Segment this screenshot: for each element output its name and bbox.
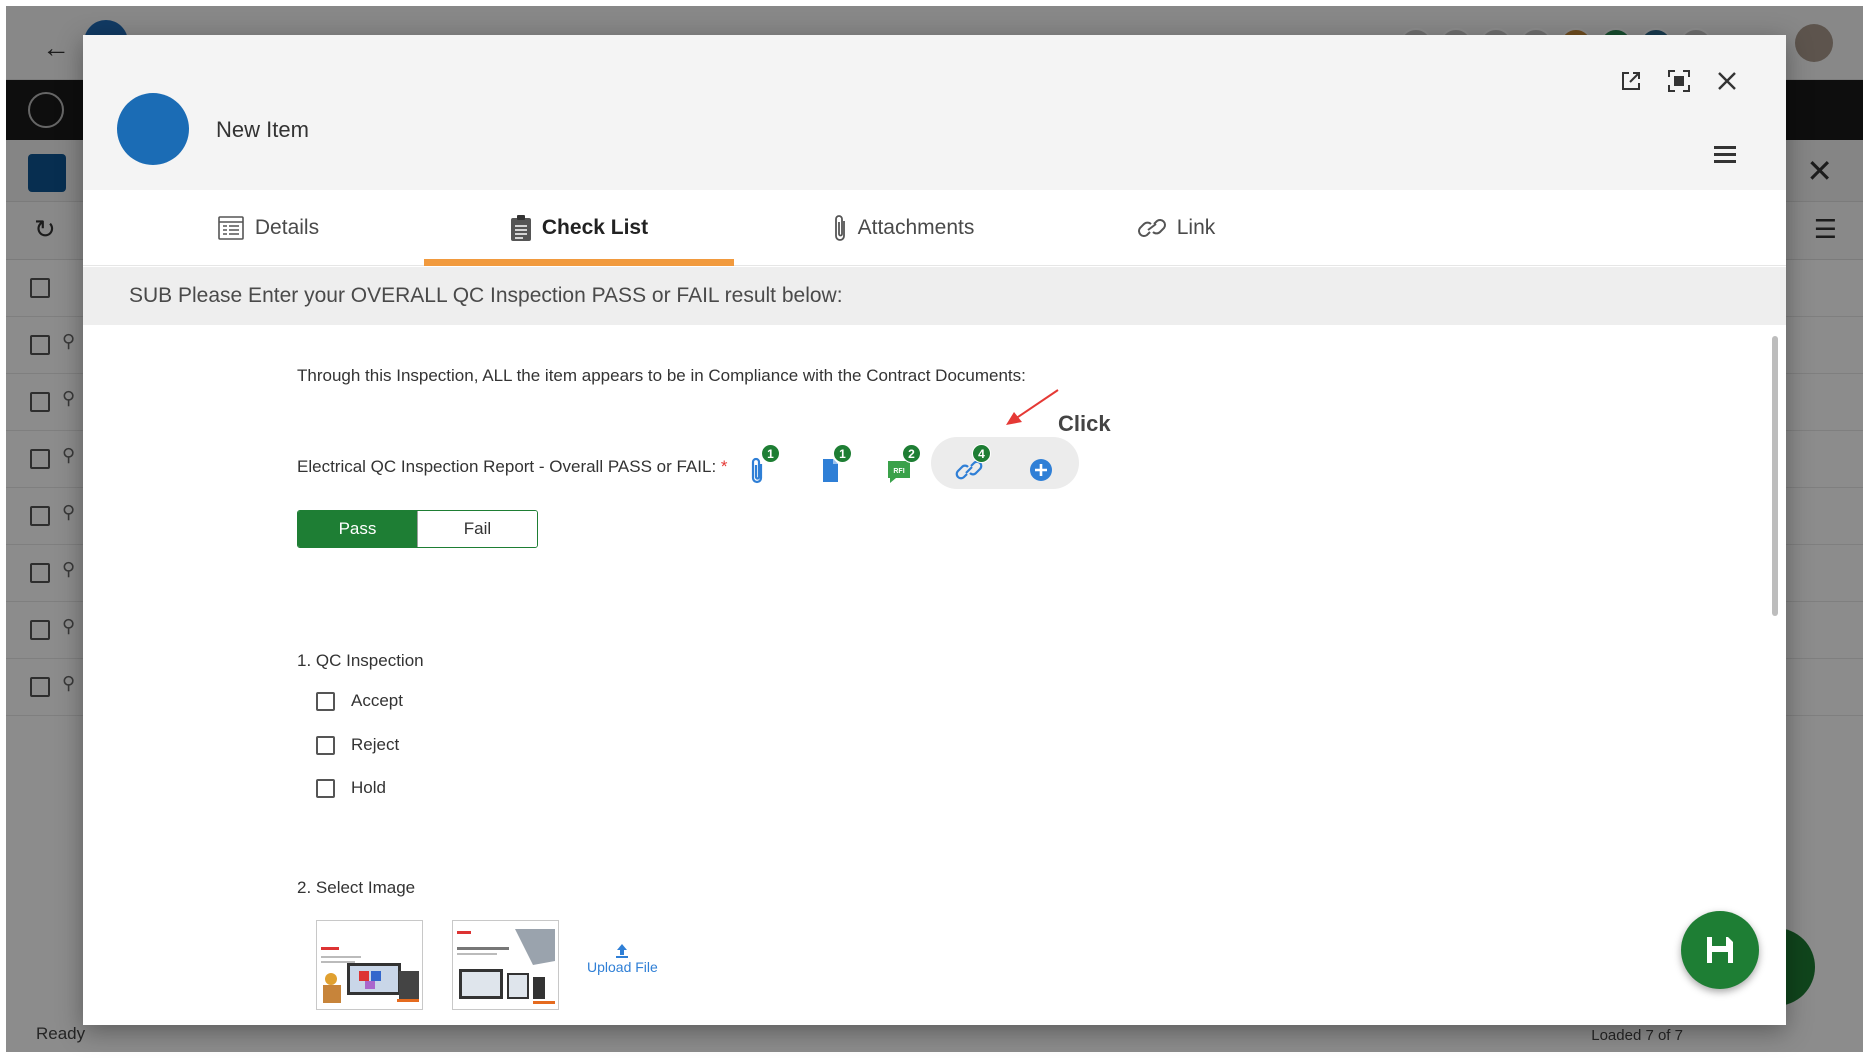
link-icon bbox=[1137, 219, 1166, 237]
question-links-button[interactable]: 4 bbox=[949, 444, 991, 490]
attachments-count-badge: 1 bbox=[761, 444, 780, 463]
tab-label: Details bbox=[254, 216, 320, 239]
item-modal: New Item Details Check List Attachments … bbox=[83, 35, 1786, 1025]
option-label: Accept bbox=[351, 691, 403, 710]
image-preview bbox=[453, 921, 558, 1009]
reject-option[interactable]: Reject bbox=[316, 735, 399, 755]
open-external-icon bbox=[1622, 72, 1640, 90]
active-tab-indicator bbox=[424, 259, 734, 266]
pass-button[interactable]: Pass bbox=[298, 511, 417, 547]
question-attachments-button[interactable]: 1 bbox=[738, 444, 780, 490]
tab-details[interactable]: Details bbox=[183, 190, 353, 266]
save-button[interactable] bbox=[1681, 911, 1759, 989]
question-rfi-button[interactable]: RFI 2 bbox=[879, 444, 921, 490]
upload-file-label: Upload File bbox=[587, 959, 658, 975]
option-label: Reject bbox=[351, 735, 400, 754]
close-icon bbox=[1718, 72, 1736, 90]
details-icon bbox=[218, 216, 244, 240]
tab-label: Attachments bbox=[857, 216, 975, 239]
save-icon bbox=[1707, 937, 1733, 963]
required-marker: * bbox=[720, 457, 728, 476]
hold-checkbox[interactable] bbox=[316, 778, 335, 798]
question-documents-button[interactable]: 1 bbox=[810, 444, 852, 490]
accept-checkbox[interactable] bbox=[316, 691, 335, 711]
page-title: New Item bbox=[216, 117, 309, 142]
close-button[interactable] bbox=[1711, 65, 1743, 97]
compliance-statement: Through this Inspection, ALL the item ap… bbox=[297, 366, 1026, 385]
scrollbar[interactable] bbox=[1772, 336, 1778, 616]
paperclip-icon bbox=[834, 215, 845, 241]
documents-count-badge: 1 bbox=[833, 444, 852, 463]
links-count-badge: 4 bbox=[972, 444, 991, 463]
image-thumbnail[interactable] bbox=[316, 920, 423, 1010]
hamburger-menu-icon bbox=[1714, 146, 1736, 163]
tab-attachments[interactable]: Attachments bbox=[803, 190, 1003, 266]
qc-inspection-title: 1. QC Inspection bbox=[297, 651, 424, 670]
question-label: Electrical QC Inspection Report - Overal… bbox=[297, 457, 728, 477]
rfi-icon-text: RFI bbox=[893, 468, 904, 475]
tab-link[interactable]: Link bbox=[1111, 190, 1241, 266]
checklist-content: Through this Inspection, ALL the item ap… bbox=[83, 325, 1786, 1025]
reject-checkbox[interactable] bbox=[316, 735, 335, 755]
image-preview bbox=[317, 921, 422, 1009]
tab-label: Check List bbox=[541, 216, 649, 239]
upload-icon bbox=[616, 944, 629, 958]
maximize-button[interactable] bbox=[1663, 65, 1695, 97]
modal-menu-button[interactable] bbox=[1712, 143, 1744, 169]
tab-check-list[interactable]: Check List bbox=[424, 190, 734, 266]
plus-circle-icon bbox=[1030, 459, 1052, 481]
image-thumbnail[interactable] bbox=[452, 920, 559, 1010]
tab-label: Link bbox=[1176, 216, 1216, 239]
upload-file-button[interactable]: Upload File bbox=[587, 943, 658, 975]
maximize-icon bbox=[1668, 70, 1690, 92]
open-external-button[interactable] bbox=[1615, 65, 1647, 97]
item-avatar bbox=[117, 93, 189, 165]
section-header: SUB Please Enter your OVERALL QC Inspect… bbox=[83, 267, 1786, 325]
pass-fail-toggle: Pass Fail bbox=[297, 510, 538, 548]
tab-bar: Details Check List Attachments Link bbox=[83, 190, 1786, 266]
question-text: Electrical QC Inspection Report - Overal… bbox=[297, 457, 717, 476]
modal-header: New Item bbox=[83, 35, 1786, 190]
click-annotation: Click bbox=[1058, 411, 1111, 436]
fail-button[interactable]: Fail bbox=[417, 511, 537, 547]
add-link-button[interactable] bbox=[1021, 450, 1061, 490]
option-label: Hold bbox=[351, 778, 386, 797]
accept-option[interactable]: Accept bbox=[316, 691, 403, 711]
hold-option[interactable]: Hold bbox=[316, 778, 386, 798]
clipboard-icon bbox=[510, 215, 531, 241]
rfi-count-badge: 2 bbox=[902, 444, 921, 463]
select-image-title: 2. Select Image bbox=[297, 878, 416, 897]
